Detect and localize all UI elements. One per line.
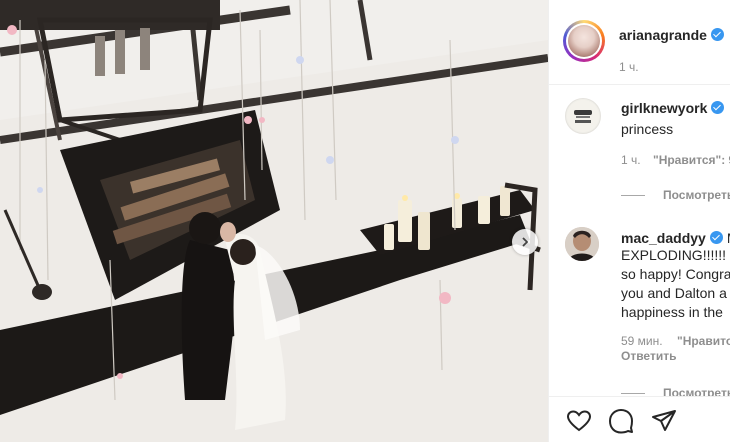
- comment-text-line: EXPLODING!!!!!!: [621, 247, 727, 263]
- comment-username[interactable]: mac_daddyyM: [621, 230, 730, 246]
- comment-username-text[interactable]: girlknewyork: [621, 100, 707, 116]
- heart-icon[interactable]: [565, 407, 593, 435]
- post-time: 1 ч.: [619, 60, 639, 74]
- post-photo[interactable]: [0, 0, 548, 442]
- replies-divider: [621, 393, 645, 394]
- comment-username-text[interactable]: mac_daddyy: [621, 230, 706, 246]
- post-header: arianagrande 1 ч.: [549, 0, 730, 85]
- verified-badge-icon: [709, 231, 723, 244]
- mac-daddyy-avatar-icon: [565, 227, 599, 261]
- carousel-next-button[interactable]: [512, 229, 538, 255]
- share-icon[interactable]: [650, 407, 678, 435]
- comments-panel: arianagrande 1 ч. girlknewyork princess …: [548, 0, 730, 442]
- verified-badge-icon: [711, 101, 725, 114]
- comment-avatar[interactable]: [565, 227, 599, 261]
- comment-username[interactable]: girlknewyork: [621, 100, 725, 116]
- comment-text-line: you and Dalton a: [621, 285, 727, 301]
- post-action-bar: [549, 396, 730, 442]
- comment-likes[interactable]: "Нравится": 9: [653, 153, 730, 167]
- author-avatar[interactable]: [563, 20, 605, 62]
- chevron-right-icon: [522, 237, 529, 247]
- replies-divider: [621, 195, 645, 196]
- comment-text-line: so happy! Congra: [621, 266, 730, 282]
- comment-text: princess: [621, 121, 674, 137]
- comment-text-line: happiness in the: [621, 304, 723, 320]
- author-username[interactable]: arianagrande: [619, 27, 724, 43]
- author-username-text[interactable]: arianagrande: [619, 27, 707, 43]
- reply-button[interactable]: Ответить: [621, 349, 676, 363]
- girlknewyork-logo-icon: [567, 100, 599, 132]
- verified-badge-icon: [710, 28, 724, 41]
- view-replies-link[interactable]: Посмотреть: [663, 188, 730, 202]
- wedding-photo-illustration: [0, 0, 548, 442]
- comment-time: 59 мин.: [621, 334, 663, 348]
- comment-avatar[interactable]: [565, 98, 601, 134]
- comment-icon[interactable]: [607, 407, 635, 435]
- comment-likes[interactable]: "Нравито: [677, 334, 730, 348]
- comment-time: 1 ч.: [621, 153, 641, 167]
